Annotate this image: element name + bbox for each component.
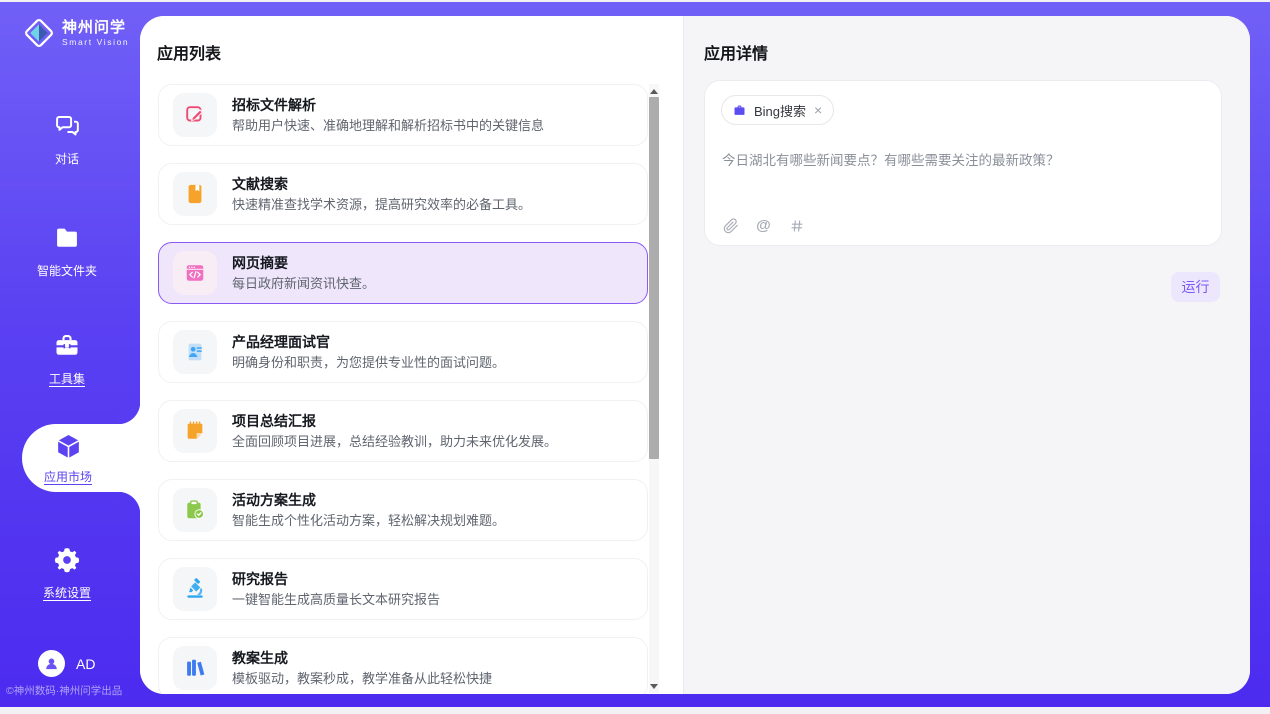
app-card[interactable]: 教案生成 模板驱动，教案秒成，教学准备从此轻松快捷 xyxy=(158,637,648,694)
brand-subtitle: Smart Vision xyxy=(62,37,129,47)
app-desc: 全面回顾项目进展，总结经验教训，助力未来优化发展。 xyxy=(232,434,557,450)
app-card[interactable]: 研究报告 一键智能生成高质量长文本研究报告 xyxy=(158,558,648,620)
app-card[interactable]: 文献搜索 快速精准查找学术资源，提高研究效率的必备工具。 xyxy=(158,163,648,225)
user-name: AD xyxy=(76,656,95,672)
app-desc: 每日政府新闻资讯快查。 xyxy=(232,276,375,292)
app-title: 研究报告 xyxy=(232,570,440,588)
document-edit-icon xyxy=(184,104,206,126)
sticky-note-icon xyxy=(184,420,206,442)
sidebar-item-label: 工具集 xyxy=(0,370,134,387)
app-title: 教案生成 xyxy=(232,649,492,667)
app-title: 活动方案生成 xyxy=(232,491,505,509)
app-icon-tile xyxy=(173,93,217,137)
app-icon-tile xyxy=(173,567,217,611)
app-title: 网页摘要 xyxy=(232,254,375,272)
chip-close-icon[interactable]: × xyxy=(813,103,823,117)
microscope-icon xyxy=(184,578,206,600)
app-icon-tile xyxy=(173,409,217,453)
app-title: 产品经理面试官 xyxy=(232,333,505,351)
scrollbar[interactable] xyxy=(649,84,659,693)
cube-icon xyxy=(55,433,82,460)
run-button[interactable]: 运行 xyxy=(1171,272,1220,302)
sidebar-item-label: 系统设置 xyxy=(0,584,134,601)
clipboard-check-icon xyxy=(184,499,206,521)
brand-logo-icon xyxy=(22,16,56,50)
content-area: 应用列表 招标文件解析 帮助用户快速、准确地理解和解析招标书中的关键信息 文献搜… xyxy=(140,16,1250,694)
app-card[interactable]: 网页摘要 每日政府新闻资讯快查。 xyxy=(158,242,648,304)
sidebar-item-smart-folder[interactable]: 智能文件夹 xyxy=(0,224,134,279)
app-icon-tile xyxy=(173,488,217,532)
books-icon xyxy=(184,657,206,679)
app-title: 项目总结汇报 xyxy=(232,412,557,430)
app-desc: 明确身份和职责，为您提供专业性的面试问题。 xyxy=(232,355,505,371)
app-list-panel: 应用列表 招标文件解析 帮助用户快速、准确地理解和解析招标书中的关键信息 文献搜… xyxy=(140,16,683,694)
app-card[interactable]: 产品经理面试官 明确身份和职责，为您提供专业性的面试问题。 xyxy=(158,321,648,383)
attachment-toolbar: @ xyxy=(722,217,805,234)
tool-chip-label: Bing搜索 xyxy=(754,101,806,120)
app-title: 文献搜索 xyxy=(232,175,531,193)
book-icon xyxy=(184,183,206,205)
sidebar-footer: ©神州数码·神州问学出品 xyxy=(6,683,140,698)
app-card-list: 招标文件解析 帮助用户快速、准确地理解和解析招标书中的关键信息 文献搜索 快速精… xyxy=(158,84,648,694)
app-icon-tile xyxy=(173,251,217,295)
app-card[interactable]: 活动方案生成 智能生成个性化活动方案，轻松解决规划难题。 xyxy=(158,479,648,541)
prompt-card[interactable]: Bing搜索 × 今日湖北有哪些新闻要点？有哪些需要关注的最新政策？ @ xyxy=(704,80,1222,246)
sidebar: 神州问学 Smart Vision 对话 xyxy=(0,2,140,707)
bubble-fillet-bottom xyxy=(118,492,140,514)
sidebar-item-label: 对话 xyxy=(0,150,134,167)
gear-icon xyxy=(53,546,81,574)
briefcase-icon xyxy=(732,103,747,118)
scroll-thumb[interactable] xyxy=(649,97,659,459)
prompt-text[interactable]: 今日湖北有哪些新闻要点？有哪些需要关注的最新政策？ xyxy=(722,151,1201,170)
user-account[interactable]: AD xyxy=(38,650,95,677)
app-card[interactable]: 项目总结汇报 全面回顾项目进展，总结经验教训，助力未来优化发展。 xyxy=(158,400,648,462)
app-list-title: 应用列表 xyxy=(157,40,221,64)
brand-name: 神州问学 xyxy=(62,19,129,37)
app-detail-title: 应用详情 xyxy=(704,40,768,64)
app-icon-tile xyxy=(173,330,217,374)
app-frame: 神州问学 Smart Vision 对话 xyxy=(0,2,1270,707)
hash-icon[interactable] xyxy=(788,217,805,234)
app-desc: 模板驱动，教案秒成，教学准备从此轻松快捷 xyxy=(232,671,492,687)
app-icon-tile xyxy=(173,646,217,690)
app-card[interactable]: 招标文件解析 帮助用户快速、准确地理解和解析招标书中的关键信息 xyxy=(158,84,648,146)
folder-icon xyxy=(53,224,81,252)
sidebar-item-chat[interactable]: 对话 xyxy=(0,112,134,167)
app-icon-tile xyxy=(173,172,217,216)
app-desc: 一键智能生成高质量长文本研究报告 xyxy=(232,592,440,608)
paperclip-icon[interactable] xyxy=(722,217,739,234)
interviewer-icon xyxy=(184,341,206,363)
brand: 神州问学 Smart Vision xyxy=(22,16,129,50)
sidebar-item-app-market-selected[interactable]: 应用市场 xyxy=(22,424,140,492)
sidebar-item-label: 智能文件夹 xyxy=(0,262,134,279)
app-detail-panel: 应用详情 Bing搜索 × 今日湖北有哪些新闻要点？有哪些需要关注的最新政策？ xyxy=(683,16,1250,694)
sidebar-item-label: 应用市场 xyxy=(22,468,114,485)
page: 神州问学 Smart Vision 对话 xyxy=(0,0,1270,714)
sidebar-item-settings[interactable]: 系统设置 xyxy=(0,546,134,601)
scroll-up-icon[interactable] xyxy=(649,86,659,96)
avatar xyxy=(38,650,65,677)
user-icon xyxy=(43,655,60,672)
app-desc: 智能生成个性化活动方案，轻松解决规划难题。 xyxy=(232,513,505,529)
scroll-down-icon[interactable] xyxy=(649,681,659,691)
tool-chip[interactable]: Bing搜索 × xyxy=(721,95,834,125)
toolbox-icon xyxy=(53,332,81,360)
bubble-fillet-top xyxy=(118,402,140,424)
app-desc: 快速精准查找学术资源，提高研究效率的必备工具。 xyxy=(232,197,531,213)
at-icon[interactable]: @ xyxy=(755,217,772,234)
app-title: 招标文件解析 xyxy=(232,96,544,114)
sidebar-item-toolset[interactable]: 工具集 xyxy=(0,332,134,387)
browser-code-icon xyxy=(184,262,206,284)
app-desc: 帮助用户快速、准确地理解和解析招标书中的关键信息 xyxy=(232,118,544,134)
chat-icon xyxy=(53,112,81,140)
